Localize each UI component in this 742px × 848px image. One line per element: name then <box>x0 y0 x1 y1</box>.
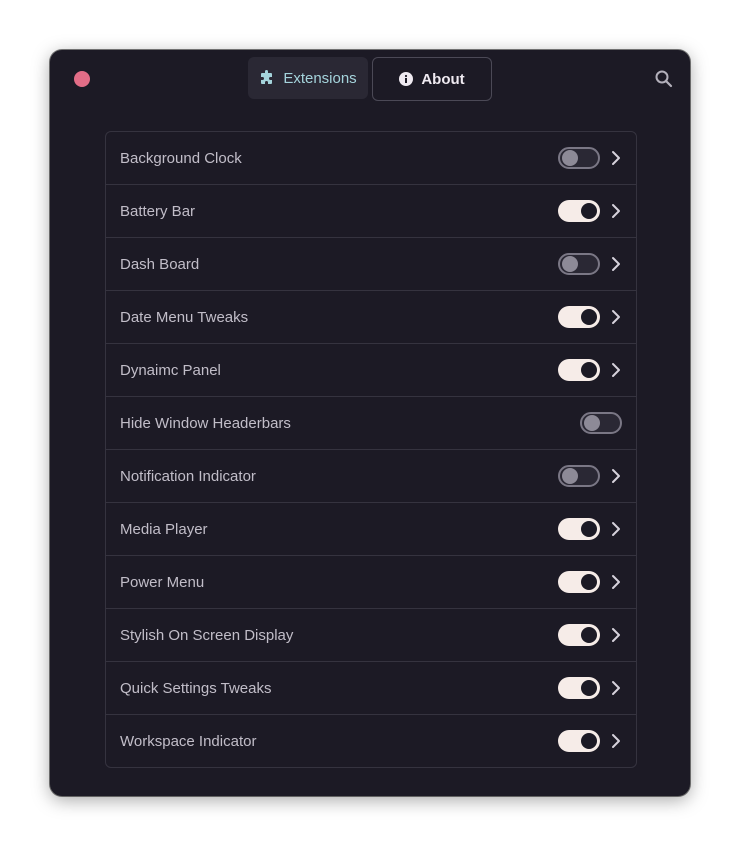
extension-row[interactable]: Dash Board <box>106 238 636 291</box>
chevron-right-icon[interactable] <box>610 520 622 538</box>
tab-extensions-label: Extensions <box>283 69 357 87</box>
search-button[interactable] <box>654 69 674 89</box>
chevron-right-icon[interactable] <box>610 573 622 591</box>
toggle-knob <box>581 627 597 643</box>
extension-row[interactable]: Power Menu <box>106 556 636 609</box>
extension-label: Stylish On Screen Display <box>120 626 294 644</box>
extension-row[interactable]: Hide Window Headerbars <box>106 397 636 450</box>
tab-extensions[interactable]: Extensions <box>248 57 368 99</box>
toggle-knob <box>581 203 597 219</box>
extension-label: Media Player <box>120 520 208 538</box>
toggle-knob <box>584 415 600 431</box>
tab-bar: Extensions About <box>248 57 492 101</box>
extension-row[interactable]: Media Player <box>106 503 636 556</box>
extension-label: Dash Board <box>120 255 200 273</box>
extension-label: Battery Bar <box>120 202 196 220</box>
toggle-knob <box>581 733 597 749</box>
toggle-knob <box>562 256 578 272</box>
chevron-right-icon[interactable] <box>610 149 622 167</box>
extension-toggle[interactable] <box>580 412 622 434</box>
chevron-right-icon[interactable] <box>610 467 622 485</box>
tab-about-label: About <box>421 70 465 88</box>
search-icon <box>655 70 673 88</box>
toggle-knob <box>581 309 597 325</box>
extension-row[interactable]: Stylish On Screen Display <box>106 609 636 662</box>
extension-toggle[interactable] <box>558 306 600 328</box>
info-icon <box>399 72 414 86</box>
toggle-knob <box>581 574 597 590</box>
chevron-right-icon[interactable] <box>610 361 622 379</box>
chevron-right-icon[interactable] <box>610 308 622 326</box>
toggle-knob <box>562 150 578 166</box>
chevron-right-icon[interactable] <box>610 732 622 750</box>
extension-row[interactable]: Notification Indicator <box>106 450 636 503</box>
close-button[interactable] <box>74 71 90 87</box>
extension-row[interactable]: Date Menu Tweaks <box>106 291 636 344</box>
extension-label: Date Menu Tweaks <box>120 308 249 326</box>
extension-toggle[interactable] <box>558 147 600 169</box>
extension-label: Dynaimc Panel <box>120 361 221 379</box>
extension-label: Background Clock <box>120 149 242 167</box>
extension-toggle[interactable] <box>558 200 600 222</box>
toggle-knob <box>562 468 578 484</box>
toggle-knob <box>581 521 597 537</box>
tab-about[interactable]: About <box>372 57 492 101</box>
extension-row[interactable]: Quick Settings Tweaks <box>106 662 636 715</box>
chevron-right-icon[interactable] <box>610 679 622 697</box>
extension-row[interactable]: Background Clock <box>106 132 636 185</box>
extension-toggle[interactable] <box>558 359 600 381</box>
extension-toggle[interactable] <box>558 624 600 646</box>
extension-toggle[interactable] <box>558 677 600 699</box>
extension-label: Notification Indicator <box>120 467 256 485</box>
extension-row[interactable]: Battery Bar <box>106 185 636 238</box>
extensions-window: Extensions About Background Clock Battery… <box>50 50 690 796</box>
extension-toggle[interactable] <box>558 518 600 540</box>
extension-label: Hide Window Headerbars <box>120 414 291 432</box>
chevron-right-icon[interactable] <box>610 202 622 220</box>
extension-toggle[interactable] <box>558 465 600 487</box>
toggle-knob <box>581 362 597 378</box>
puzzle-icon <box>259 70 275 86</box>
extension-row[interactable]: Workspace Indicator <box>106 715 636 767</box>
extension-toggle[interactable] <box>558 730 600 752</box>
extension-row[interactable]: Dynaimc Panel <box>106 344 636 397</box>
extension-label: Power Menu <box>120 573 205 591</box>
extensions-list: Background Clock Battery Bar Dash Board Dat… <box>105 131 637 768</box>
toggle-knob <box>581 680 597 696</box>
extension-label: Workspace Indicator <box>120 732 257 750</box>
chevron-right-icon[interactable] <box>610 255 622 273</box>
extension-label: Quick Settings Tweaks <box>120 679 272 697</box>
chevron-right-icon[interactable] <box>610 626 622 644</box>
extension-toggle[interactable] <box>558 571 600 593</box>
extension-toggle[interactable] <box>558 253 600 275</box>
